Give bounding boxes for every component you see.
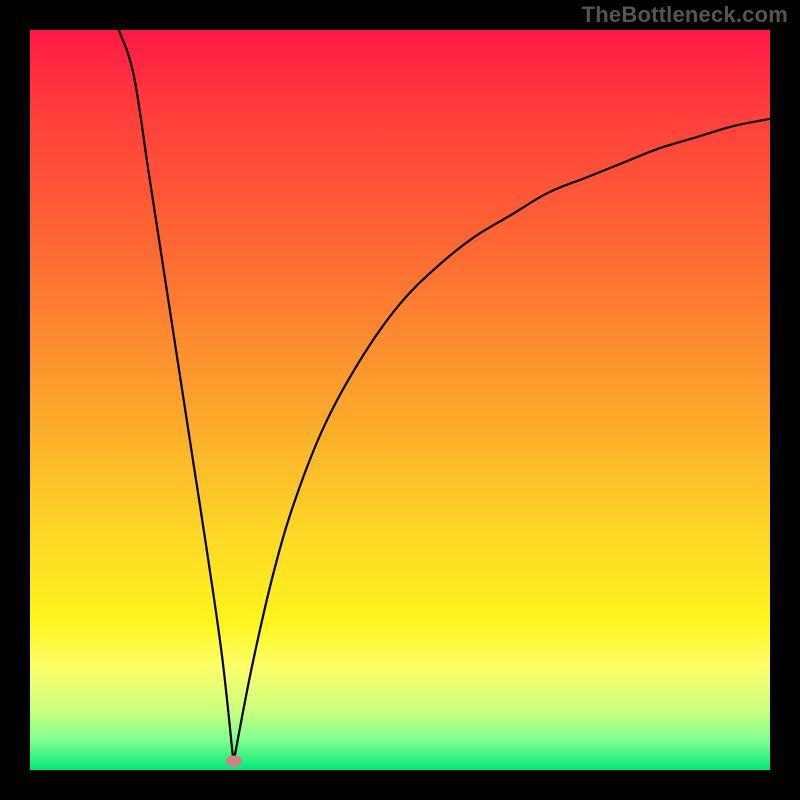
watermark-label: TheBottleneck.com bbox=[582, 2, 788, 28]
curve-right-branch bbox=[234, 119, 771, 763]
bottleneck-curve bbox=[30, 30, 770, 770]
plot-area bbox=[30, 30, 770, 770]
curve-left-branch bbox=[119, 30, 234, 763]
bottleneck-chart: TheBottleneck.com bbox=[0, 0, 800, 800]
optimal-point-marker bbox=[226, 756, 242, 767]
